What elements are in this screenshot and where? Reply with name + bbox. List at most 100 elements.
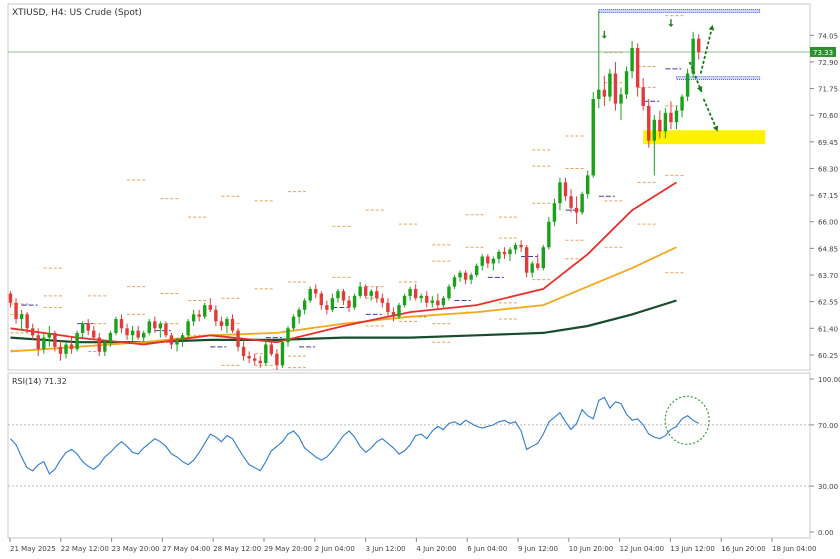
candle-body <box>491 258 496 264</box>
price-tick-label: 64.85 <box>818 245 838 253</box>
price-tick-label: 72.90 <box>818 59 838 67</box>
candle-body <box>436 300 440 306</box>
candle-body <box>624 71 629 95</box>
candle <box>280 339 285 368</box>
time-tick-label: 21 May 2025 <box>10 545 56 553</box>
candle-body <box>58 346 63 354</box>
candle-body <box>619 94 623 104</box>
candle-body <box>269 344 274 354</box>
candle-body <box>19 314 24 320</box>
candle-body <box>685 73 690 97</box>
price-tick-label: 67.15 <box>818 192 838 200</box>
candle-body <box>319 293 323 306</box>
candle-body <box>513 244 518 250</box>
candle-body <box>225 319 229 326</box>
candle-body <box>419 295 423 299</box>
price-tick-label: 70.60 <box>818 112 838 120</box>
candle-body <box>203 305 207 317</box>
time-tick-label: 4 Jun 20:00 <box>416 545 456 553</box>
candle-body <box>380 298 385 303</box>
candle <box>447 284 451 301</box>
candle-body <box>253 358 257 361</box>
candle-body <box>341 291 346 301</box>
candle-body <box>386 302 390 313</box>
candle-body <box>697 38 701 52</box>
candle-body <box>119 319 124 329</box>
candle-body <box>574 207 579 213</box>
support-zone <box>643 130 766 145</box>
rsi-label: RSI(14) 71.32 <box>12 377 67 386</box>
candle-body <box>136 330 140 338</box>
candle-body <box>552 203 557 222</box>
candle-body <box>475 265 479 276</box>
candle-body <box>608 73 612 97</box>
candle <box>691 31 695 79</box>
candle <box>147 319 151 336</box>
candle-body <box>375 291 379 299</box>
candle-body <box>86 323 90 331</box>
candle <box>203 302 207 320</box>
candle-body <box>47 332 52 338</box>
time-tick-label: 13 Jun 12:00 <box>670 545 714 553</box>
candle-body <box>613 73 618 104</box>
candle-body <box>69 344 74 350</box>
candle <box>164 321 168 338</box>
candle-body <box>236 330 240 347</box>
candle-body <box>402 295 407 306</box>
candle-body <box>580 193 584 213</box>
candle-body <box>75 332 79 350</box>
time-tick-label: 22 May 12:00 <box>61 545 109 553</box>
candle-body <box>397 305 401 317</box>
rsi-tick-label: 70.00 <box>818 422 838 430</box>
candle-body <box>308 288 312 301</box>
candle-body <box>680 96 684 111</box>
time-tick-label: 16 Jun 20:00 <box>721 545 765 553</box>
candle-body <box>425 295 429 303</box>
price-tick-label: 62.55 <box>818 299 838 307</box>
candle-body <box>175 339 179 345</box>
rsi-tick-label: 100.00 <box>818 376 840 384</box>
candle <box>308 286 312 303</box>
rsi-tick-label: 30.00 <box>818 483 838 491</box>
current-price-label: 73.33 <box>813 49 833 57</box>
chart-svg[interactable]: 73.33 74.05 72.90 71.75 70.60 69.45 68.30 67.1… <box>0 0 840 555</box>
candle-body <box>652 119 656 141</box>
price-tick-label: 61.40 <box>818 325 838 333</box>
chart-stage: 73.33 74.05 72.90 71.75 70.60 69.45 68.30 67.1… <box>0 0 840 555</box>
candle-body <box>325 305 329 310</box>
candle-body <box>158 323 163 329</box>
candle-body <box>153 321 157 329</box>
candle-body <box>214 309 218 322</box>
time-tick-label: 12 Jun 04:00 <box>620 545 664 553</box>
candle-body <box>164 323 168 336</box>
chart-title: XTIUSD, H4: US Crude (Spot) <box>12 8 142 18</box>
candle <box>291 314 296 331</box>
candle-body <box>508 249 512 255</box>
candle-body <box>191 314 196 322</box>
candle-body <box>458 272 462 278</box>
candle-body <box>630 48 634 72</box>
candle-body <box>130 330 135 336</box>
candle-body <box>430 300 434 303</box>
candle-body <box>369 291 373 296</box>
candle-body <box>597 89 601 99</box>
candle-body <box>197 314 201 317</box>
candle <box>647 98 651 148</box>
time-tick-label: 28 May 12:00 <box>213 545 261 553</box>
candle-body <box>297 309 301 317</box>
candle-body <box>219 321 224 326</box>
candle <box>114 316 118 336</box>
candle-body <box>142 332 146 338</box>
candle <box>624 66 629 99</box>
candle-body <box>591 98 595 176</box>
candle-body <box>647 105 651 141</box>
candle-body <box>519 244 523 248</box>
candle-body <box>8 293 13 303</box>
candle-body <box>186 321 190 336</box>
candle-body <box>563 182 568 197</box>
candle-body <box>258 360 262 364</box>
candle-body <box>480 256 484 266</box>
candle-body <box>452 277 457 287</box>
candle-body <box>558 182 562 204</box>
candle-body <box>264 344 268 364</box>
